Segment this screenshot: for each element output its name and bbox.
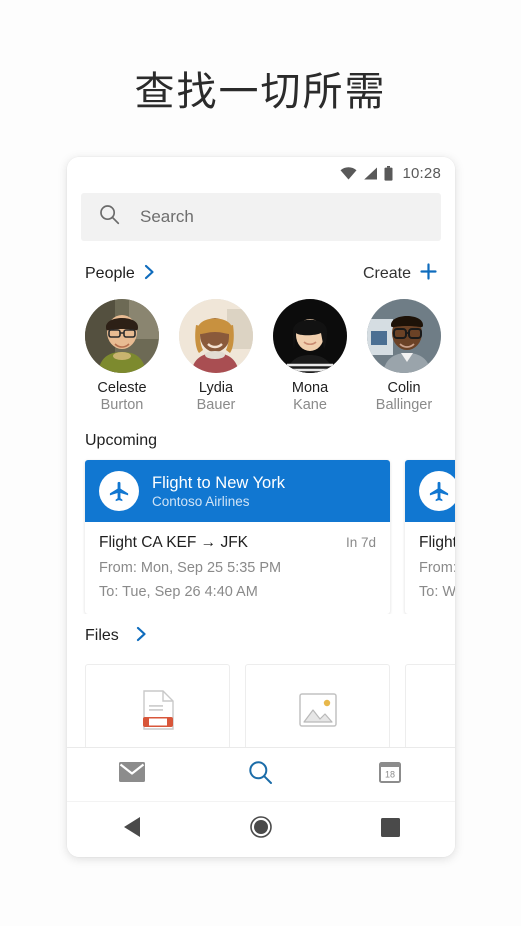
- airplane-icon: [419, 471, 455, 511]
- event-flight-code: Flight CA KEF → JFK: [99, 534, 249, 551]
- files-title: Files: [85, 627, 119, 644]
- person-first-name: Celeste: [97, 380, 147, 396]
- files-list[interactable]: W: [67, 658, 455, 747]
- phone-frame: 10:28 Search People Create Celeste Burto…: [67, 157, 455, 857]
- people-link[interactable]: People: [85, 264, 155, 285]
- file-card[interactable]: [85, 664, 230, 747]
- battery-icon: [384, 165, 393, 181]
- person-first-name: Mona: [291, 380, 329, 396]
- android-nav-bar: [67, 801, 455, 857]
- back-triangle-icon: [122, 816, 142, 843]
- event-from-time: From: Mon, Sep 25 5:35 PM: [99, 560, 282, 576]
- person-last-name: Bauer: [196, 397, 236, 413]
- event-subtitle: Contoso Airlines: [152, 493, 250, 509]
- person-card[interactable]: Celeste Burton: [85, 299, 159, 414]
- event-card[interactable]: Flight to New York Contoso Airlines Flig…: [85, 460, 390, 614]
- event-card-header: Flight to Seattle Contoso Airlines: [405, 460, 455, 522]
- person-last-name: Kane: [293, 397, 327, 413]
- avatar: [179, 299, 253, 373]
- wifi-icon: [340, 166, 357, 180]
- people-list[interactable]: Celeste Burton Lydia Bauer Mona Kane Col…: [67, 293, 455, 418]
- files-link[interactable]: Files: [85, 626, 147, 647]
- nav-home-button[interactable]: [231, 808, 291, 852]
- person-first-name: Colin: [387, 380, 421, 396]
- event-countdown: In 7d: [345, 535, 376, 550]
- page-title: 查找一切所需: [134, 69, 387, 115]
- tab-search[interactable]: [196, 748, 325, 801]
- image-file-icon: [298, 692, 337, 732]
- mail-icon: [118, 762, 145, 787]
- avatar: [273, 299, 347, 373]
- event-card-body: Flight CA KEF → JFK In 7d From: Mon, Sep…: [85, 522, 390, 614]
- avatar: [367, 299, 441, 373]
- nav-recents-button[interactable]: [360, 808, 420, 852]
- plus-icon: [420, 263, 437, 285]
- people-section-header: People Create: [67, 255, 455, 293]
- person-card[interactable]: Colin Ballinger: [367, 299, 441, 414]
- event-card-header: Flight to New York Contoso Airlines: [85, 460, 390, 522]
- chevron-right-icon: [144, 264, 155, 285]
- event-flight-code: Flight CA JFK → SEA: [419, 534, 455, 551]
- person-card[interactable]: Lydia Bauer: [179, 299, 253, 414]
- search-bar-container: Search: [67, 189, 455, 255]
- person-last-name: Burton: [100, 397, 144, 413]
- chevron-right-icon: [136, 626, 147, 647]
- search-placeholder: Search: [140, 207, 194, 226]
- event-to-time: To: Wed, Sep 27 11:25 AM: [419, 584, 455, 600]
- event-from-time: From: Wed, Sep 27 8:10 AM: [419, 560, 455, 576]
- airplane-icon: [99, 471, 139, 511]
- recents-square-icon: [380, 817, 400, 842]
- event-card-body: Flight CA JFK → SEA In 9d From: Wed, Sep…: [405, 522, 455, 614]
- scroll-content[interactable]: People Create Celeste Burton Lydia Bauer…: [67, 255, 455, 747]
- upcoming-title: Upcoming: [85, 432, 158, 449]
- person-last-name: Ballinger: [375, 397, 433, 413]
- tab-mail[interactable]: [67, 748, 196, 801]
- file-card[interactable]: [245, 664, 390, 747]
- signal-icon: [363, 167, 378, 180]
- create-label: Create: [362, 265, 411, 282]
- bottom-tab-bar: 18: [67, 747, 455, 801]
- event-title: Flight to New York: [152, 473, 285, 492]
- search-input[interactable]: Search: [81, 193, 441, 241]
- people-title: People: [85, 265, 135, 282]
- person-card[interactable]: Mona Kane: [273, 299, 347, 414]
- home-circle-icon: [250, 816, 272, 843]
- pdf-file-icon: [141, 689, 175, 735]
- status-bar: 10:28: [67, 157, 455, 189]
- nav-back-button[interactable]: [102, 808, 162, 852]
- event-to-time: To: Tue, Sep 26 4:40 AM: [99, 584, 258, 600]
- files-section-header: Files: [67, 614, 455, 658]
- avatar: [85, 299, 159, 373]
- search-icon: [248, 760, 273, 790]
- search-icon: [99, 204, 120, 230]
- upcoming-list[interactable]: Flight to New York Contoso Airlines Flig…: [67, 454, 455, 614]
- calendar-icon: 18: [379, 761, 402, 788]
- svg-text:18: 18: [385, 770, 395, 780]
- person-first-name: Lydia: [198, 380, 234, 396]
- file-card[interactable]: W: [405, 664, 455, 747]
- create-button[interactable]: Create: [363, 263, 437, 285]
- status-time: 10:28: [402, 164, 441, 182]
- event-card[interactable]: Flight to Seattle Contoso Airlines Fligh…: [405, 460, 455, 614]
- tab-calendar[interactable]: 18: [326, 748, 455, 801]
